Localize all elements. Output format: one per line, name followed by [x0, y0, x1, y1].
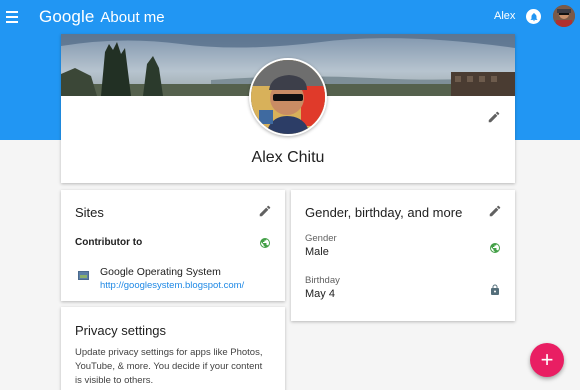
user-name[interactable]: Alex	[494, 10, 515, 22]
gender-label: Gender	[305, 233, 337, 244]
basic-info-title: Gender, birthday, and more	[305, 205, 463, 220]
privacy-card: Privacy settings Update privacy settings…	[61, 307, 285, 390]
edit-profile-icon[interactable]	[487, 110, 501, 124]
basic-info-card: Gender, birthday, and more Gender Male B…	[291, 190, 515, 321]
contributor-label: Contributor to	[75, 237, 143, 248]
product-name: About me	[100, 9, 165, 26]
edit-sites-icon[interactable]	[258, 204, 272, 218]
privacy-description: Update privacy settings for apps like Ph…	[75, 347, 263, 386]
profile-name: Alex Chitu	[251, 149, 325, 166]
app-bar: Google About me Alex	[0, 0, 580, 34]
site-url-link[interactable]: http://googlesystem.blogspot.com/	[100, 280, 244, 291]
app-title: Google About me	[39, 7, 165, 27]
site-favicon-icon	[78, 271, 89, 280]
google-logo: Google	[39, 7, 95, 26]
edit-basic-info-icon[interactable]	[488, 204, 502, 218]
add-fab-button[interactable]: +	[530, 343, 564, 377]
lock-icon[interactable]	[489, 283, 501, 295]
globe-icon[interactable]	[489, 241, 501, 253]
account-avatar[interactable]	[553, 5, 575, 27]
notifications-icon[interactable]	[526, 9, 541, 24]
globe-icon[interactable]	[259, 236, 271, 248]
site-name: Google Operating System	[100, 266, 221, 278]
profile-photo[interactable]	[249, 58, 327, 136]
birthday-label: Birthday	[305, 275, 340, 286]
sites-title: Sites	[75, 205, 104, 220]
gender-value: Male	[305, 246, 329, 258]
menu-icon[interactable]	[4, 7, 20, 27]
privacy-title: Privacy settings	[75, 323, 167, 338]
birthday-value: May 4	[305, 288, 335, 300]
profile-card: Alex Chitu	[61, 34, 515, 183]
sites-card: Sites Contributor to Google Operating Sy…	[61, 190, 285, 301]
